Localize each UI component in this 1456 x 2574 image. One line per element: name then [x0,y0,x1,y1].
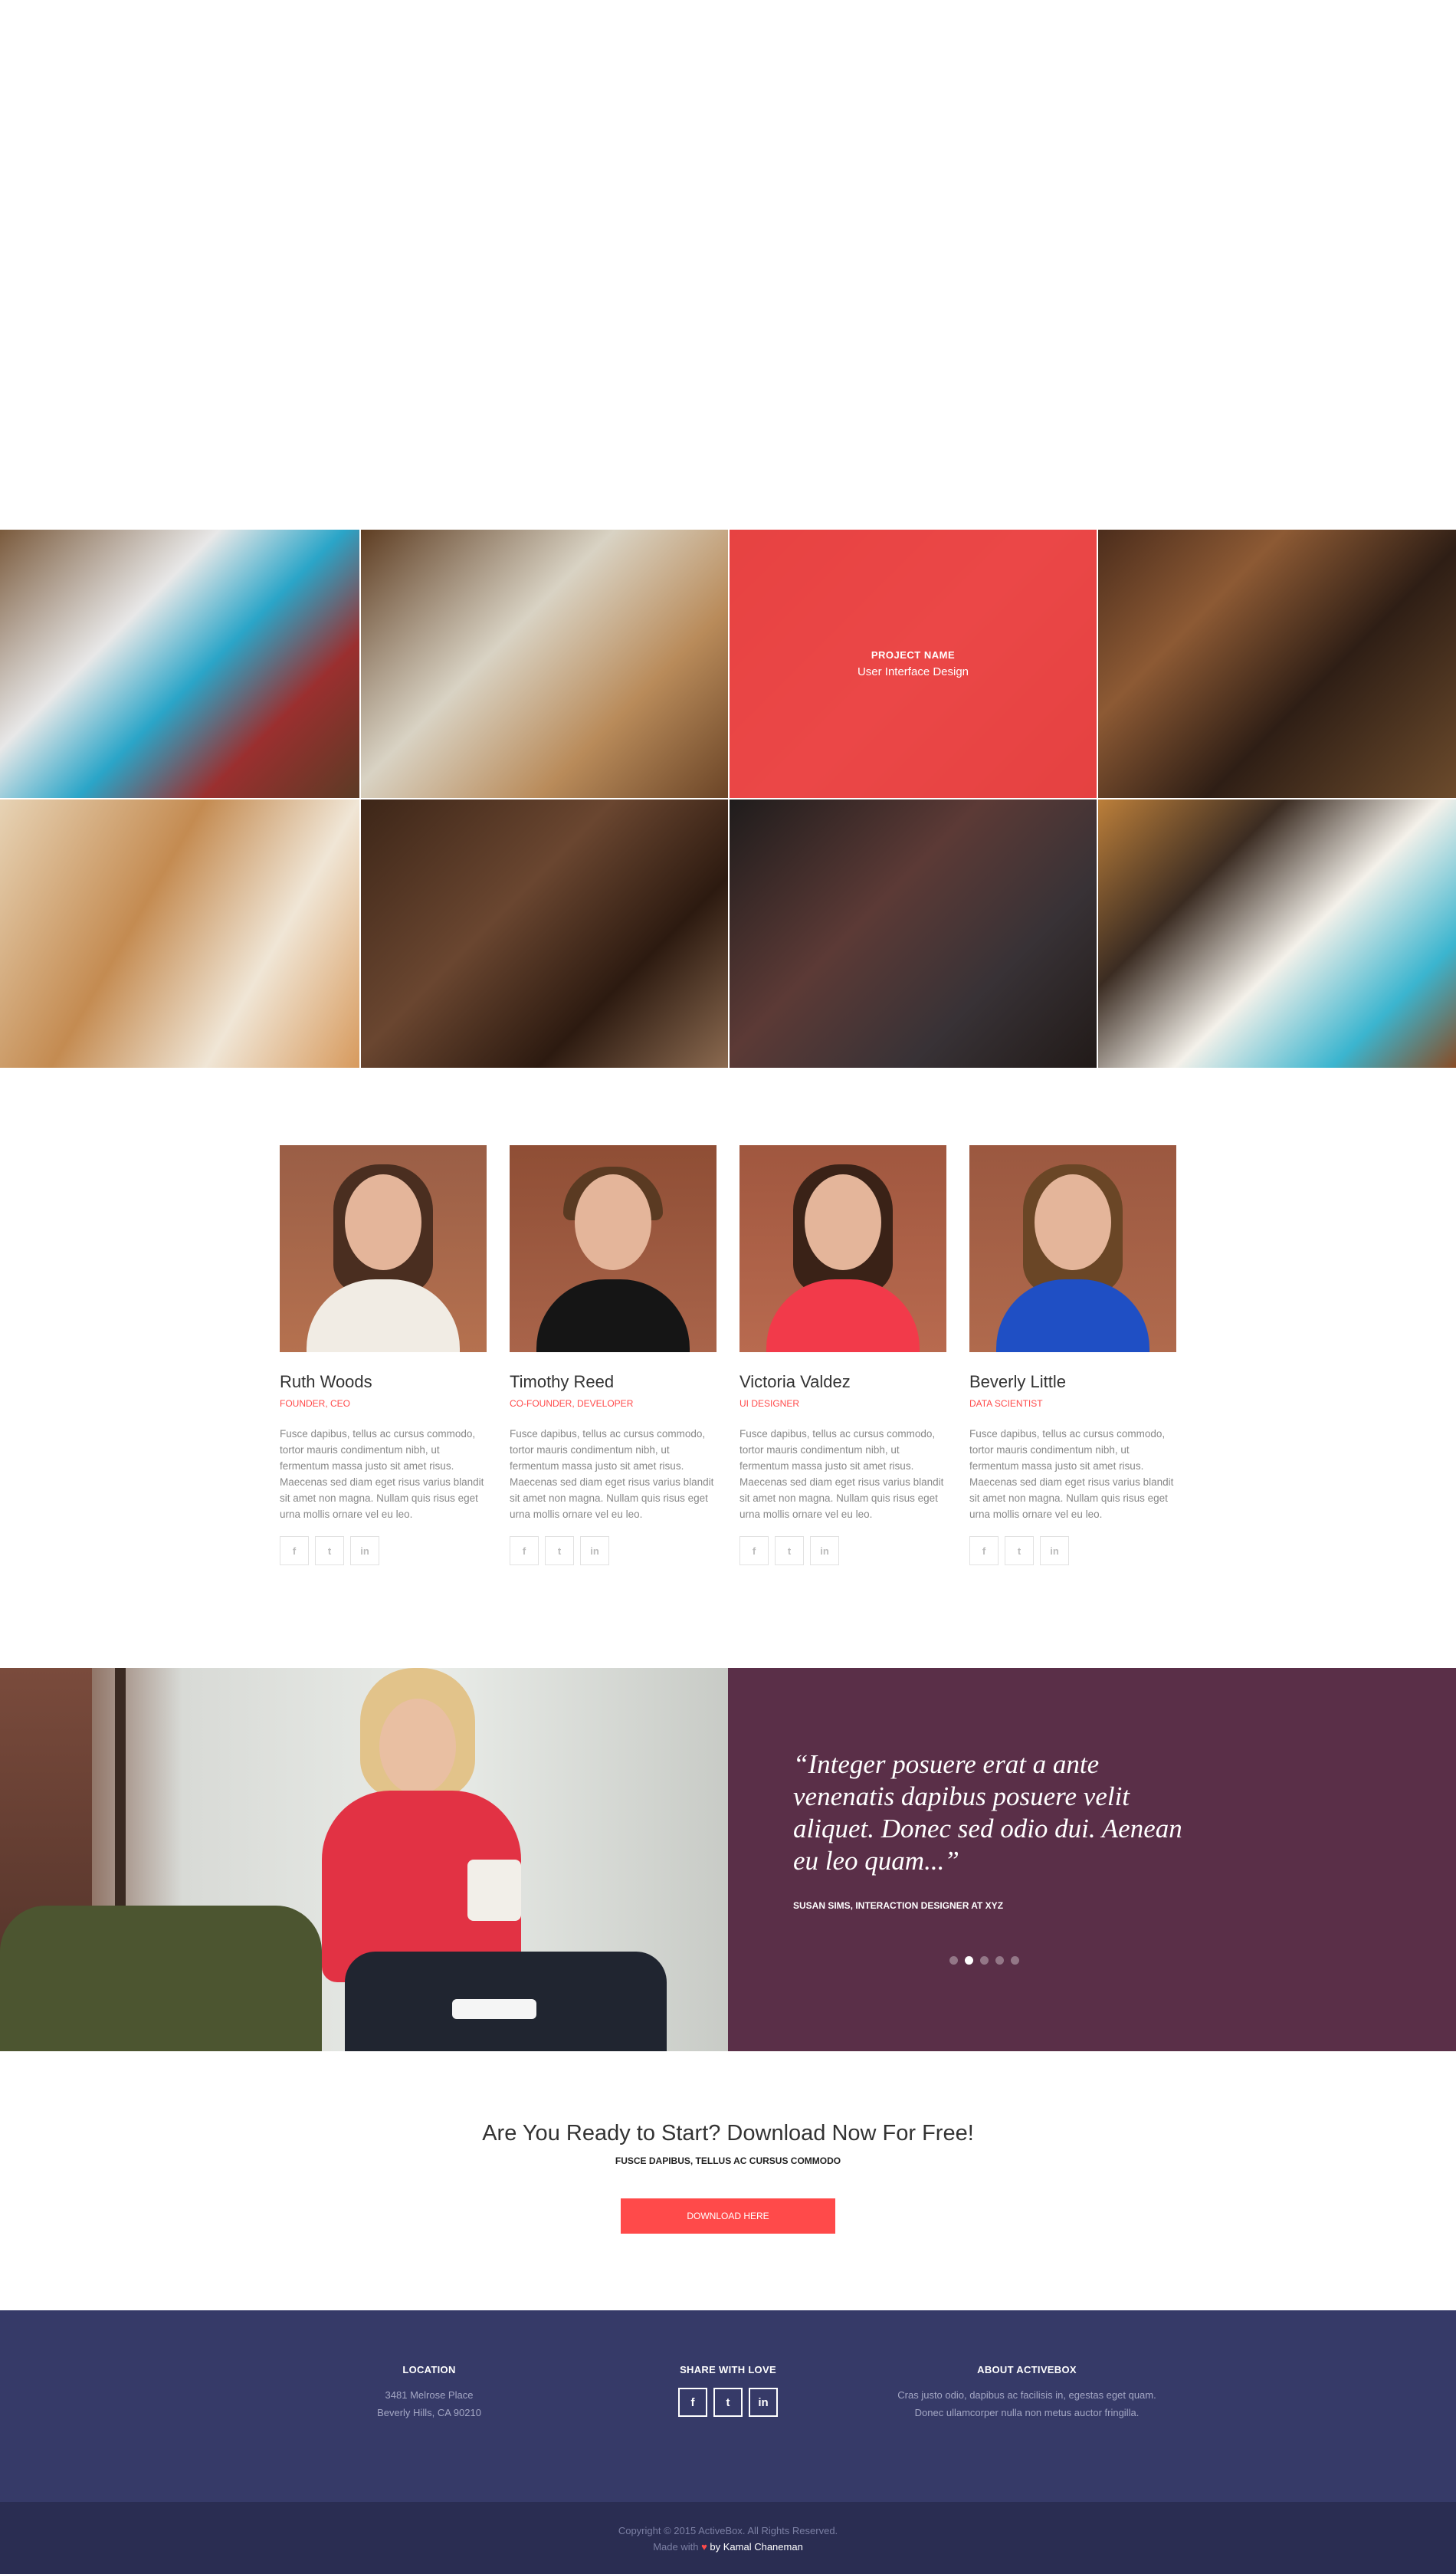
download-button[interactable]: DOWNLOAD HERE [621,2198,835,2234]
footer-location: LOCATION 3481 Melrose Place Beverly Hill… [314,2364,544,2421]
author-link[interactable]: by Kamal Chaneman [710,2541,802,2553]
footer-heading: ABOUT ACTIVEBOX [977,2364,1077,2375]
testimonial-quote: “Integer posuere erat a ante venenatis d… [793,1749,1182,1876]
twitter-icon[interactable]: t [315,1536,344,1565]
member-name: Victoria Valdez [739,1372,851,1391]
slider-dot[interactable] [980,1956,989,1965]
twitter-icon[interactable]: t [775,1536,804,1565]
member-role: UI DESIGNER [739,1398,800,1409]
cta-title: Are You Ready to Start? Download Now For… [482,2121,974,2146]
member-socials: f t in [969,1536,1176,1565]
share-icons: f t in [613,2388,843,2417]
member-bio: Fusce dapibus, tellus ac cursus commodo,… [280,1428,484,1520]
facebook-icon[interactable]: f [739,1536,769,1565]
copyright: Copyright © 2015 ActiveBox. All Rights R… [618,2525,838,2536]
member-socials: f t in [739,1536,946,1565]
member-bio: Fusce dapibus, tellus ac cursus commodo,… [510,1428,714,1520]
slider-dot-active[interactable] [965,1956,973,1965]
facebook-icon[interactable]: f [969,1536,999,1565]
address-line: Beverly Hills, CA 90210 [377,2407,481,2418]
address: 3481 Melrose Place Beverly Hills, CA 902… [314,2386,544,2421]
bottom-bar: Copyright © 2015 ActiveBox. All Rights R… [0,2502,1456,2574]
linkedin-icon[interactable]: in [810,1536,839,1565]
member-name: Beverly Little [969,1372,1066,1391]
avatar [510,1145,717,1352]
member-socials: f t in [280,1536,487,1565]
slider-dots [949,1956,1019,1965]
team-member: Ruth Woods FOUNDER, CEO Fusce dapibus, t… [280,1145,487,1565]
facebook-icon[interactable]: f [678,2388,707,2417]
portfolio-item[interactable] [0,530,359,798]
member-role: CO-FOUNDER, DEVELOPER [510,1398,634,1409]
slider-dot[interactable] [1011,1956,1019,1965]
portfolio-item[interactable] [1098,799,1456,1068]
footer-share: SHARE WITH LOVE f t in [613,2364,843,2417]
cta-subtitle: FUSCE DAPIBUS, TELLUS AC CURSUS COMMODO [615,2155,841,2166]
team-member: Beverly Little DATA SCIENTIST Fusce dapi… [969,1145,1176,1565]
project-name: PROJECT NAME [871,649,956,661]
testimonial-panel: “Integer posuere erat a ante venenatis d… [728,1668,1456,2051]
footer-heading: LOCATION [402,2364,456,2375]
avatar [280,1145,487,1352]
about-text: Cras justo odio, dapibus ac facilisis in… [897,2389,1156,2418]
portfolio-grid: PROJECT NAME User Interface Design [0,530,1456,1068]
member-name: Timothy Reed [510,1372,615,1391]
testimonial-author: SUSAN SIMS, INTERACTION DESIGNER AT XYZ [793,1900,1004,1911]
linkedin-icon[interactable]: in [749,2388,778,2417]
portfolio-item[interactable] [1098,530,1456,798]
linkedin-icon[interactable]: in [580,1536,609,1565]
member-bio: Fusce dapibus, tellus ac cursus commodo,… [969,1428,1174,1520]
member-name: Ruth Woods [280,1372,372,1391]
footer-about: ABOUT ACTIVEBOX Cras justo odio, dapibus… [897,2364,1157,2421]
member-bio: Fusce dapibus, tellus ac cursus commodo,… [739,1428,944,1520]
made-with-label: Made with [653,2541,699,2553]
portfolio-item-hovered[interactable]: PROJECT NAME User Interface Design [730,530,1097,798]
footer: LOCATION 3481 Melrose Place Beverly Hill… [0,2310,1456,2502]
project-category: User Interface Design [857,665,969,678]
portfolio-item[interactable] [361,799,728,1068]
portfolio-item[interactable] [361,530,728,798]
portfolio-item[interactable] [730,799,1097,1068]
member-role: FOUNDER, CEO [280,1398,351,1409]
credits: Made with ♥ by Kamal Chaneman [0,2541,1456,2553]
address-line: 3481 Melrose Place [385,2389,474,2401]
member-role: DATA SCIENTIST [969,1398,1043,1409]
portfolio-item[interactable] [0,799,359,1068]
member-socials: f t in [510,1536,717,1565]
team-member: Victoria Valdez UI DESIGNER Fusce dapibu… [739,1145,946,1565]
heart-icon: ♥ [701,2541,707,2553]
slider-dot[interactable] [995,1956,1004,1965]
linkedin-icon[interactable]: in [1040,1536,1069,1565]
facebook-icon[interactable]: f [510,1536,539,1565]
team-member: Timothy Reed CO-FOUNDER, DEVELOPER Fusce… [510,1145,717,1565]
slider-dot[interactable] [949,1956,958,1965]
linkedin-icon[interactable]: in [350,1536,379,1565]
avatar [739,1145,946,1352]
twitter-icon[interactable]: t [1005,1536,1034,1565]
portfolio-overlay: PROJECT NAME User Interface Design [730,530,1097,798]
avatar [969,1145,1176,1352]
footer-heading: SHARE WITH LOVE [680,2364,776,2375]
twitter-icon[interactable]: t [713,2388,743,2417]
twitter-icon[interactable]: t [545,1536,574,1565]
testimonial-photo [0,1668,728,2051]
facebook-icon[interactable]: f [280,1536,309,1565]
